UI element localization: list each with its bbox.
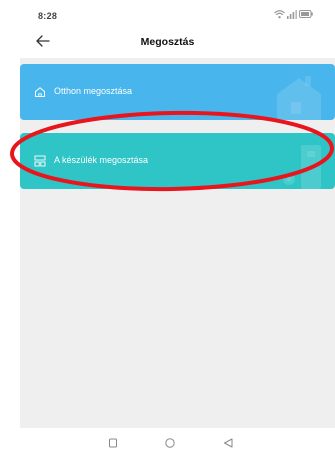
wifi-icon xyxy=(274,9,285,18)
share-options-panel: Otthon megosztása A készülék megosztása xyxy=(20,58,335,428)
share-home-card[interactable]: Otthon megosztása xyxy=(20,64,335,120)
share-home-label: Otthon megosztása xyxy=(54,86,133,96)
house-illustration-icon xyxy=(277,76,321,120)
share-device-label: A készülék megosztása xyxy=(54,155,149,165)
back-triangle-icon[interactable] xyxy=(218,431,238,451)
header-bar: Megosztás xyxy=(0,28,335,54)
recents-square-icon[interactable] xyxy=(103,431,123,451)
device-grid-icon xyxy=(34,155,46,167)
status-icons xyxy=(274,9,313,19)
battery-icon xyxy=(299,10,313,18)
page-title: Megosztás xyxy=(140,36,195,48)
home-icon xyxy=(35,87,45,97)
share-device-card[interactable]: A készülék megosztása xyxy=(20,133,335,189)
device-illustration-icon xyxy=(283,145,321,189)
home-circle-icon[interactable] xyxy=(160,431,180,451)
status-bar: 8:28 xyxy=(0,0,335,24)
system-nav-bar xyxy=(0,428,335,453)
status-time: 8:28 xyxy=(38,11,58,21)
signal-icon xyxy=(287,9,297,19)
